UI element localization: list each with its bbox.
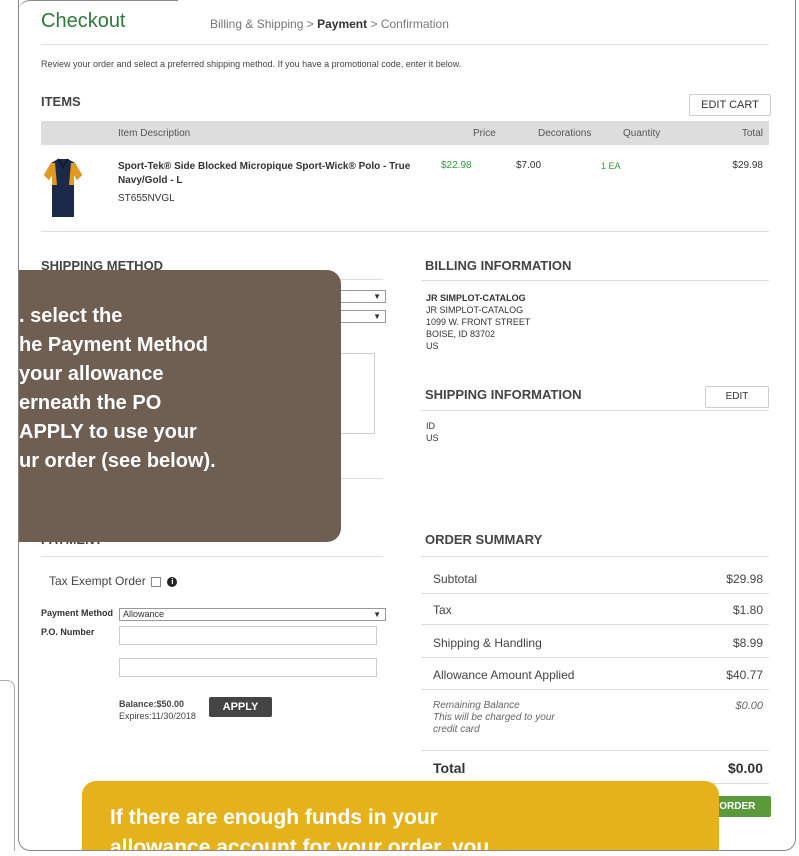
- shipping-address: ID US: [426, 421, 439, 443]
- po-number-input[interactable]: [119, 626, 377, 645]
- product-name[interactable]: Sport-Tek® Side Blocked Micropique Sport…: [118, 160, 410, 188]
- payment-method-select[interactable]: Allowance ▼: [119, 608, 386, 621]
- apply-button[interactable]: APPLY: [209, 697, 272, 717]
- col-quantity: Quantity: [623, 128, 661, 139]
- total-label: Total: [433, 760, 466, 776]
- total-value: $0.00: [727, 760, 763, 776]
- chevron-down-icon: ▼: [373, 292, 381, 301]
- breadcrumb-payment: Payment: [317, 17, 368, 31]
- edit-cart-button[interactable]: EDIT CART: [689, 94, 771, 116]
- shipping-info-heading: SHIPPING INFORMATION: [425, 387, 582, 402]
- remaining-balance-value: $0.00: [735, 700, 763, 712]
- po-number-input-2[interactable]: [119, 658, 377, 677]
- summary-allowance: Allowance Amount Applied $40.77: [421, 659, 769, 690]
- items-heading: ITEMS: [41, 94, 81, 109]
- col-item-description: Item Description: [118, 128, 191, 139]
- tax-exempt-row: Tax Exempt Order i: [49, 574, 178, 588]
- breadcrumb-separator: >: [370, 17, 378, 31]
- summary-tax: Tax $1.80: [421, 594, 769, 625]
- chevron-down-icon: ▼: [373, 312, 381, 321]
- product-quantity: 1 EA: [601, 161, 621, 171]
- tax-exempt-label: Tax Exempt Order: [49, 574, 146, 588]
- items-table-header: Item Description Price Decorations Quant…: [41, 121, 769, 145]
- col-total: Total: [741, 128, 763, 139]
- billing-heading: BILLING INFORMATION: [425, 258, 572, 273]
- edit-shipping-button[interactable]: EDIT: [705, 386, 769, 408]
- breadcrumb-confirmation: Confirmation: [380, 17, 449, 31]
- breadcrumb-separator: >: [306, 17, 314, 31]
- allowance-balance: Balance:$50.00 Expires:11/30/2018: [119, 699, 196, 721]
- payment-method-tooltip: . select the he Payment Method your allo…: [19, 270, 341, 542]
- product-image[interactable]: [43, 155, 83, 221]
- chevron-down-icon: ▼: [373, 610, 381, 619]
- intro-text: Review your order and select a preferred…: [41, 59, 462, 69]
- product-sku: ST655NVGL: [118, 193, 175, 204]
- info-icon[interactable]: i: [167, 576, 178, 587]
- background-panel-edge: [0, 680, 15, 851]
- page-title: Checkout: [41, 10, 126, 32]
- billing-address: JR SIMPLOT-CATALOG JR SIMPLOT-CATALOG 10…: [426, 293, 531, 351]
- remaining-balance-note: Remaining Balance This will be charged t…: [433, 700, 555, 735]
- divider: [421, 750, 769, 751]
- breadcrumb-billing[interactable]: Billing & Shipping: [210, 17, 303, 31]
- summary-subtotal: Subtotal $29.98: [421, 563, 769, 594]
- divider: [41, 231, 769, 232]
- order-summary-heading: ORDER SUMMARY: [425, 532, 543, 547]
- payment-method-label: Payment Method: [41, 608, 114, 618]
- col-price: Price: [473, 128, 496, 139]
- divider: [421, 556, 769, 557]
- product-price: $22.98: [441, 160, 472, 171]
- col-decorations: Decorations: [538, 128, 592, 139]
- funds-tooltip: If there are enough funds in your allowa…: [82, 781, 719, 850]
- tax-exempt-checkbox[interactable]: [151, 576, 162, 587]
- divider: [421, 410, 769, 411]
- divider: [41, 44, 769, 45]
- breadcrumb: Billing & Shipping > Payment > Confirmat…: [210, 17, 449, 31]
- po-number-label: P.O. Number: [41, 627, 95, 637]
- divider: [41, 556, 383, 557]
- summary-shipping: Shipping & Handling $8.99: [421, 627, 769, 658]
- product-total: $29.98: [732, 160, 763, 171]
- divider: [421, 280, 769, 281]
- product-decorations: $7.00: [516, 160, 542, 171]
- checkout-frame: Checkout Billing & Shipping > Payment > …: [18, 0, 796, 851]
